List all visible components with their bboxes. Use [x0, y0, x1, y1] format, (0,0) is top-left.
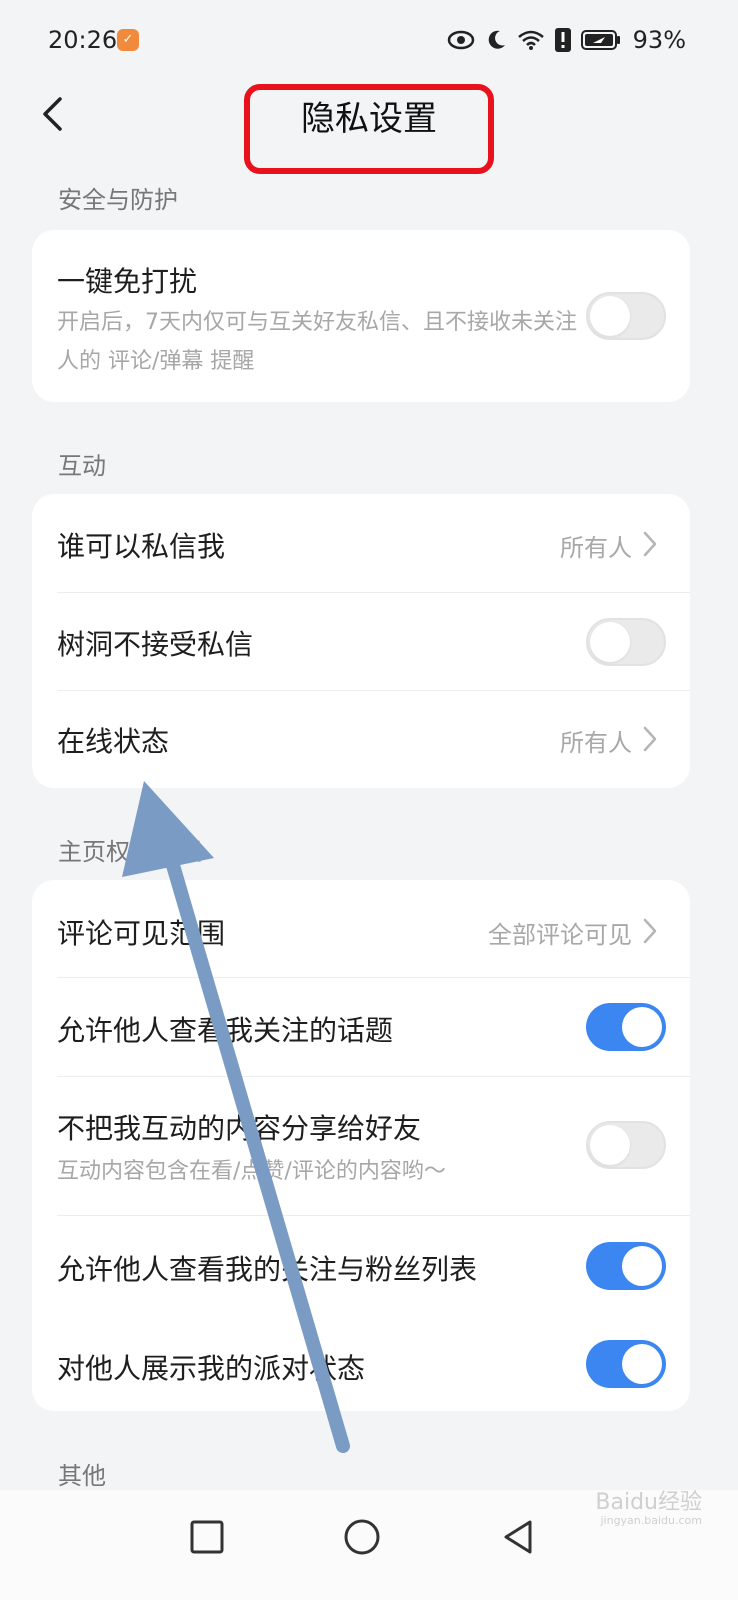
battery-icon: [580, 30, 620, 50]
section-label-interaction: 互动: [58, 452, 106, 480]
toggle-knob: [622, 1344, 662, 1384]
alert-icon: [554, 28, 571, 52]
section-label-other: 其他: [58, 1462, 106, 1490]
comment-visibility-label: 评论可见范围: [57, 917, 226, 950]
status-bar: 20:26 ✓ 93%: [0, 0, 738, 84]
who-can-message-label: 谁可以私信我: [57, 530, 226, 563]
toggle-knob: [590, 622, 630, 662]
dnd-toggle[interactable]: [586, 292, 666, 340]
app-notification-icon: ✓: [117, 29, 139, 51]
eye-icon: [447, 30, 474, 50]
row-do-not-disturb: 一键免打扰 开启后，7天内仅可与互关好友私信、且不接收未关注人的 评论/弹幕 提…: [32, 230, 690, 402]
watermark-url: jingyan.baidu.com: [600, 1514, 702, 1527]
status-icons: 93%: [447, 24, 686, 56]
card-security: 一键免打扰 开启后，7天内仅可与互关好友私信、且不接收未关注人的 评论/弹幕 提…: [32, 230, 690, 402]
row-comment-visibility[interactable]: 评论可见范围 全部评论可见: [32, 880, 690, 978]
treehole-toggle[interactable]: [586, 618, 666, 666]
chevron-right-icon: [643, 918, 657, 944]
treehole-label: 树洞不接受私信: [57, 628, 254, 661]
chevron-right-icon: [643, 726, 657, 752]
home-icon[interactable]: [337, 1512, 387, 1562]
card-homepage: 评论可见范围 全部评论可见 允许他人查看我关注的话题 不把我互动的内容分享给好友…: [32, 880, 690, 1411]
dnd-description: 开启后，7天内仅可与互关好友私信、且不接收未关注人的 评论/弹幕 提醒: [57, 310, 577, 374]
toggle-knob: [590, 296, 630, 336]
share-interactions-description: 互动内容包含在看/点赞/评论的内容哟～: [57, 1159, 446, 1184]
row-treehole-no-messages: 树洞不接受私信: [32, 593, 690, 691]
row-party-status: 对他人展示我的派对状态: [32, 1314, 690, 1411]
row-follow-fans-list: 允许他人查看我的关注与粉丝列表: [32, 1216, 690, 1314]
online-status-value: 所有人: [560, 729, 632, 757]
back-button[interactable]: [30, 92, 74, 136]
share-interactions-label: 不把我互动的内容分享给好友: [57, 1112, 422, 1145]
share-interactions-toggle[interactable]: [586, 1121, 666, 1169]
row-online-status[interactable]: 在线状态 所有人: [32, 691, 690, 788]
online-status-label: 在线状态: [57, 725, 170, 758]
followed-topics-toggle[interactable]: [586, 1003, 666, 1051]
back-triangle-icon[interactable]: [494, 1512, 544, 1562]
follow-fans-toggle[interactable]: [586, 1242, 666, 1290]
followed-topics-label: 允许他人查看我关注的话题: [57, 1014, 394, 1047]
recent-apps-icon[interactable]: [182, 1512, 232, 1562]
comment-visibility-value: 全部评论可见: [488, 921, 632, 949]
back-chevron-icon: [43, 97, 62, 131]
card-interaction: 谁可以私信我 所有人 树洞不接受私信 在线状态 所有人: [32, 494, 690, 788]
wifi-icon: [517, 30, 544, 50]
party-status-toggle[interactable]: [586, 1340, 666, 1388]
party-status-label: 对他人展示我的派对状态: [57, 1352, 366, 1385]
follow-fans-label: 允许他人查看我的关注与粉丝列表: [57, 1253, 478, 1286]
dnd-label: 一键免打扰: [57, 265, 198, 298]
nav-header: 隐私设置: [0, 84, 738, 180]
status-time: 20:26: [48, 26, 118, 54]
section-label-security: 安全与防护: [58, 186, 178, 214]
battery-percent: 93%: [632, 26, 686, 54]
row-who-can-message[interactable]: 谁可以私信我 所有人: [32, 494, 690, 592]
toggle-knob: [590, 1125, 630, 1165]
who-can-message-value: 所有人: [560, 534, 632, 562]
row-share-interactions: 不把我互动的内容分享给好友 互动内容包含在看/点赞/评论的内容哟～: [32, 1077, 690, 1215]
page-title: 隐私设置: [301, 99, 437, 139]
moon-icon: [488, 30, 505, 49]
chevron-right-icon: [643, 531, 657, 557]
section-label-homepage: 主页权限设置: [58, 838, 202, 866]
toggle-knob: [622, 1246, 662, 1286]
row-followed-topics: 允许他人查看我关注的话题: [32, 978, 690, 1076]
toggle-knob: [622, 1007, 662, 1047]
watermark-brand: Baidu经验: [595, 1490, 702, 1515]
baidu-watermark: Baidu经验 jingyan.baidu.com: [595, 1490, 702, 1528]
